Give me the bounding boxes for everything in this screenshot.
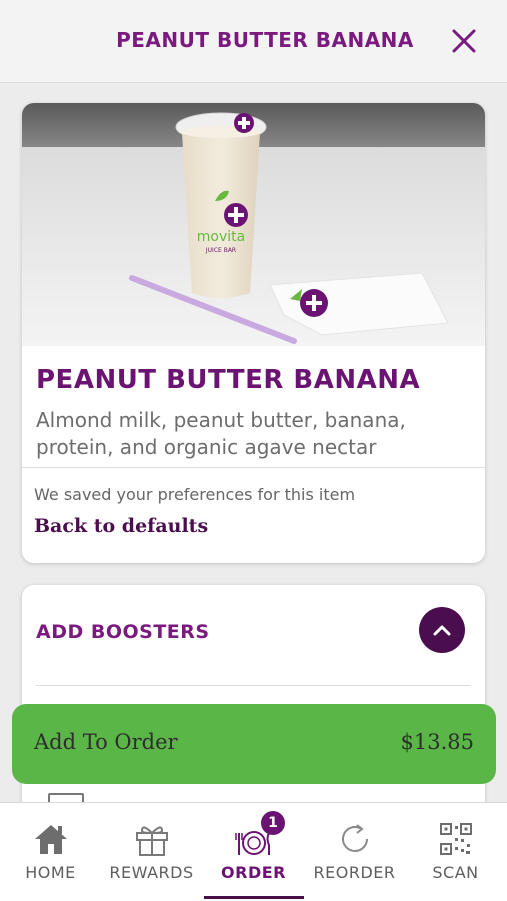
tab-label: HOME [25,863,76,882]
tab-rewards[interactable]: REWARDS [101,803,202,901]
scroll-content[interactable]: movita JUICE BAR PEANUT BUTTER BANANA Al… [0,83,507,803]
close-icon[interactable] [449,26,479,56]
cup-subbrand-text: JUICE BAR [205,247,236,254]
order-price: $13.85 [400,730,474,754]
product-image: movita JUICE BAR [22,103,485,346]
active-tab-indicator [204,896,304,899]
header-bar: PEANUT BUTTER BANANA [0,0,507,83]
add-to-order-button[interactable]: Add To Order $13.85 [12,704,496,784]
divider [36,685,471,686]
tab-label: SCAN [432,863,479,882]
order-count-badge: 1 [261,811,285,835]
add-boosters-title: ADD BOOSTERS [36,621,210,643]
cup-brand-text: movita [197,229,245,245]
divider [22,467,485,468]
add-to-order-label: Add To Order [34,730,178,754]
home-icon [34,825,67,854]
back-to-defaults-link[interactable]: Back to defaults [34,515,208,537]
tab-label: ORDER [221,863,286,882]
product-name: PEANUT BUTTER BANANA [36,365,421,395]
tab-label: REORDER [313,863,396,882]
page-title: PEANUT BUTTER BANANA [116,28,414,52]
collapse-boosters-button[interactable] [419,607,465,653]
saved-preferences-note: We saved your preferences for this item [34,485,356,504]
product-card: movita JUICE BAR PEANUT BUTTER BANANA Al… [22,103,485,563]
tab-order[interactable]: 1 ORDER [203,803,304,901]
tab-home[interactable]: HOME [0,803,101,901]
reorder-icon [341,824,368,852]
tab-reorder[interactable]: REORDER [304,803,405,901]
tab-label: REWARDS [109,863,194,882]
gift-icon [135,826,168,856]
qr-code-icon [439,823,472,855]
chevron-up-icon [433,625,451,636]
bottom-tab-bar: HOME REWARDS 1 ORDER REORDER SCAN [0,802,507,901]
tab-scan[interactable]: SCAN [405,803,506,901]
product-description: Almond milk, peanut butter, banana, prot… [36,408,406,459]
